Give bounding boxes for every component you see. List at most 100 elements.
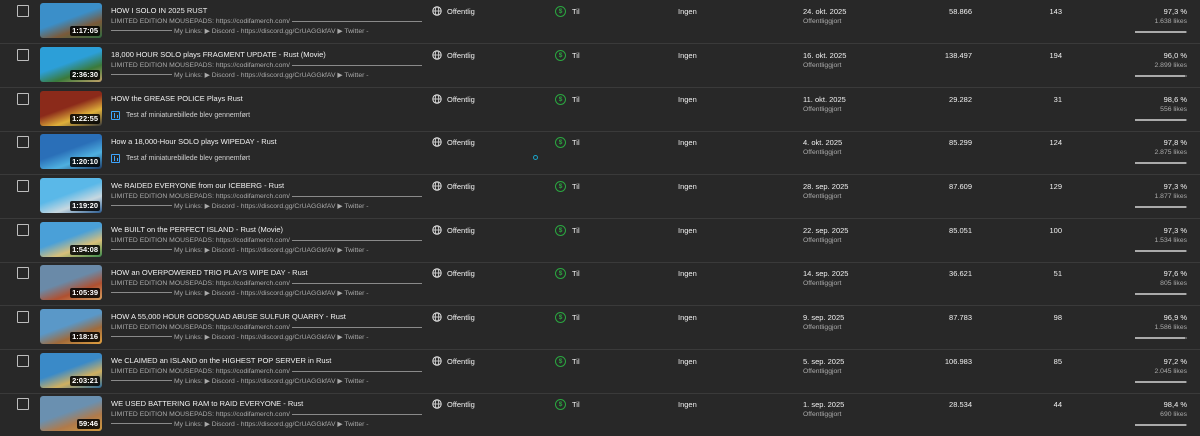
restrictions-value: Ingen [678,400,697,409]
row-checkbox[interactable] [17,5,29,17]
publish-date: 9. sep. 2025 [803,313,845,322]
row-checkbox[interactable] [17,180,29,192]
video-row[interactable]: 1:22:55 HOW the GREASE POLICE Plays Rust… [0,88,1200,132]
visibility-cell[interactable]: Offentlig [432,94,475,104]
likes-percentage: 97,2 % [1163,357,1187,366]
video-row[interactable]: 1:19:20 We RAIDED EVERYONE from our ICEB… [0,175,1200,219]
video-title[interactable]: We CLAIMED an ISLAND on the HIGHEST POP … [111,356,331,365]
monetization-cell[interactable]: $ Til [555,399,580,410]
video-thumbnail[interactable]: 2:03:21 [40,353,102,388]
row-checkbox[interactable] [17,311,29,323]
video-title[interactable]: HOW I SOLO IN 2025 RUST [111,6,207,15]
divider [291,20,422,22]
visibility-cell[interactable]: Offentlig [432,181,475,191]
video-row[interactable]: 59:46 WE USED BATTERING RAM to RAID EVER… [0,393,1200,436]
comment-count: 51 [1053,269,1062,278]
publish-status: Offentliggjort [803,193,842,200]
monetization-cell[interactable]: $ Til [555,225,580,236]
visibility-cell[interactable]: Offentlig [432,50,475,60]
row-checkbox[interactable] [17,355,29,367]
view-count: 85.299 [949,138,972,147]
visibility-cell[interactable]: Offentlig [432,268,475,278]
video-title[interactable]: HOW an OVERPOWERED TRIO PLAYS WIPE DAY -… [111,268,308,277]
view-count: 29.282 [949,95,972,104]
divider [111,292,172,294]
publish-date: 11. okt. 2025 [803,95,846,104]
video-row[interactable]: 1:20:10 How a 18,000-Hour SOLO plays WIP… [0,131,1200,175]
video-row[interactable]: 2:36:30 18,000 HOUR SOLO plays FRAGMENT … [0,44,1200,88]
video-duration: 1:22:55 [70,114,100,124]
video-list: 1:17:05 HOW I SOLO IN 2025 RUST LIMITED … [0,0,1200,436]
likes-percentage: 97,3 % [1163,226,1187,235]
likes-ratio-bar [1135,31,1187,33]
likes-ratio-fill [1135,119,1187,121]
visibility-cell[interactable]: Offentlig [432,312,475,322]
video-thumbnail[interactable]: 1:05:39 [40,265,102,300]
video-title[interactable]: How a 18,000-Hour SOLO plays WIPEDAY - R… [111,137,277,146]
monetization-cell[interactable]: $ Til [555,312,580,323]
visibility-label: Offentlig [447,94,475,104]
thumbnail-test-status[interactable]: Test af miniaturebillede blev gennemført [111,111,250,120]
video-thumbnail[interactable]: 1:17:05 [40,3,102,38]
video-title[interactable]: We BUILT on the PERFECT ISLAND - Rust (M… [111,225,283,234]
visibility-cell[interactable]: Offentlig [432,356,475,366]
video-row[interactable]: 1:18:16 HOW A 55,000 HOUR GODSQUAD ABUSE… [0,306,1200,350]
video-thumbnail[interactable]: 1:54:08 [40,222,102,257]
monetization-cell[interactable]: $ Til [555,6,580,17]
dollar-circle-icon: $ [555,6,566,17]
globe-icon [432,399,442,409]
globe-icon [432,312,442,322]
visibility-cell[interactable]: Offentlig [432,225,475,235]
video-row[interactable]: 1:54:08 We BUILT on the PERFECT ISLAND -… [0,219,1200,263]
visibility-label: Offentlig [447,6,475,16]
likes-count: 556 likes [1160,106,1187,113]
video-thumbnail[interactable]: 1:20:10 [40,134,102,169]
likes-ratio-bar [1135,75,1187,77]
likes-ratio-fill [1135,162,1186,164]
video-title[interactable]: WE USED BATTERING RAM to RAID EVERYONE -… [111,399,303,408]
likes-ratio-bar [1135,424,1187,426]
row-checkbox[interactable] [17,224,29,236]
row-checkbox[interactable] [17,398,29,410]
video-thumbnail[interactable]: 1:18:16 [40,309,102,344]
video-title[interactable]: HOW the GREASE POLICE Plays Rust [111,94,243,103]
visibility-cell[interactable]: Offentlig [432,137,475,147]
visibility-cell[interactable]: Offentlig [432,6,475,16]
row-checkbox[interactable] [17,93,29,105]
likes-percentage: 96,0 % [1163,51,1187,60]
monetization-cell[interactable]: $ Til [555,356,580,367]
video-thumbnail[interactable]: 2:36:30 [40,47,102,82]
description-line-1: LIMITED EDITION MOUSEPADS: https://codif… [111,193,290,200]
globe-icon [432,6,442,16]
video-title[interactable]: 18,000 HOUR SOLO plays FRAGMENT UPDATE -… [111,50,326,59]
video-title[interactable]: HOW A 55,000 HOUR GODSQUAD ABUSE SULFUR … [111,312,346,321]
monetization-cell[interactable]: $ Til [555,181,580,192]
restrictions-value: Ingen [678,357,697,366]
thumbnail-test-status[interactable]: Test af miniaturebillede blev gennemført [111,154,250,163]
view-count: 87.609 [949,182,972,191]
video-row[interactable]: 1:17:05 HOW I SOLO IN 2025 RUST LIMITED … [0,0,1200,44]
row-checkbox[interactable] [17,267,29,279]
video-title[interactable]: We RAIDED EVERYONE from our ICEBERG - Ru… [111,181,284,190]
monetization-cell[interactable]: $ Til [555,94,580,105]
likes-ratio-bar [1135,119,1187,121]
likes-ratio-fill [1135,75,1185,77]
visibility-label: Offentlig [447,268,475,278]
globe-icon [432,181,442,191]
video-row[interactable]: 1:05:39 HOW an OVERPOWERED TRIO PLAYS WI… [0,262,1200,306]
likes-percentage: 96,9 % [1163,313,1187,322]
monetization-cell[interactable]: $ Til [555,137,580,148]
video-thumbnail[interactable]: 1:22:55 [40,91,102,126]
video-thumbnail[interactable]: 59:46 [40,396,102,431]
monetization-cell[interactable]: $ Til [555,268,580,279]
row-checkbox[interactable] [17,49,29,61]
divider [111,30,172,32]
likes-percentage: 97,3 % [1163,182,1187,191]
dollar-circle-icon: $ [555,94,566,105]
video-row[interactable]: 2:03:21 We CLAIMED an ISLAND on the HIGH… [0,350,1200,394]
row-checkbox[interactable] [17,136,29,148]
dollar-circle-icon: $ [555,225,566,236]
visibility-cell[interactable]: Offentlig [432,399,475,409]
monetization-cell[interactable]: $ Til [555,50,580,61]
video-thumbnail[interactable]: 1:19:20 [40,178,102,213]
